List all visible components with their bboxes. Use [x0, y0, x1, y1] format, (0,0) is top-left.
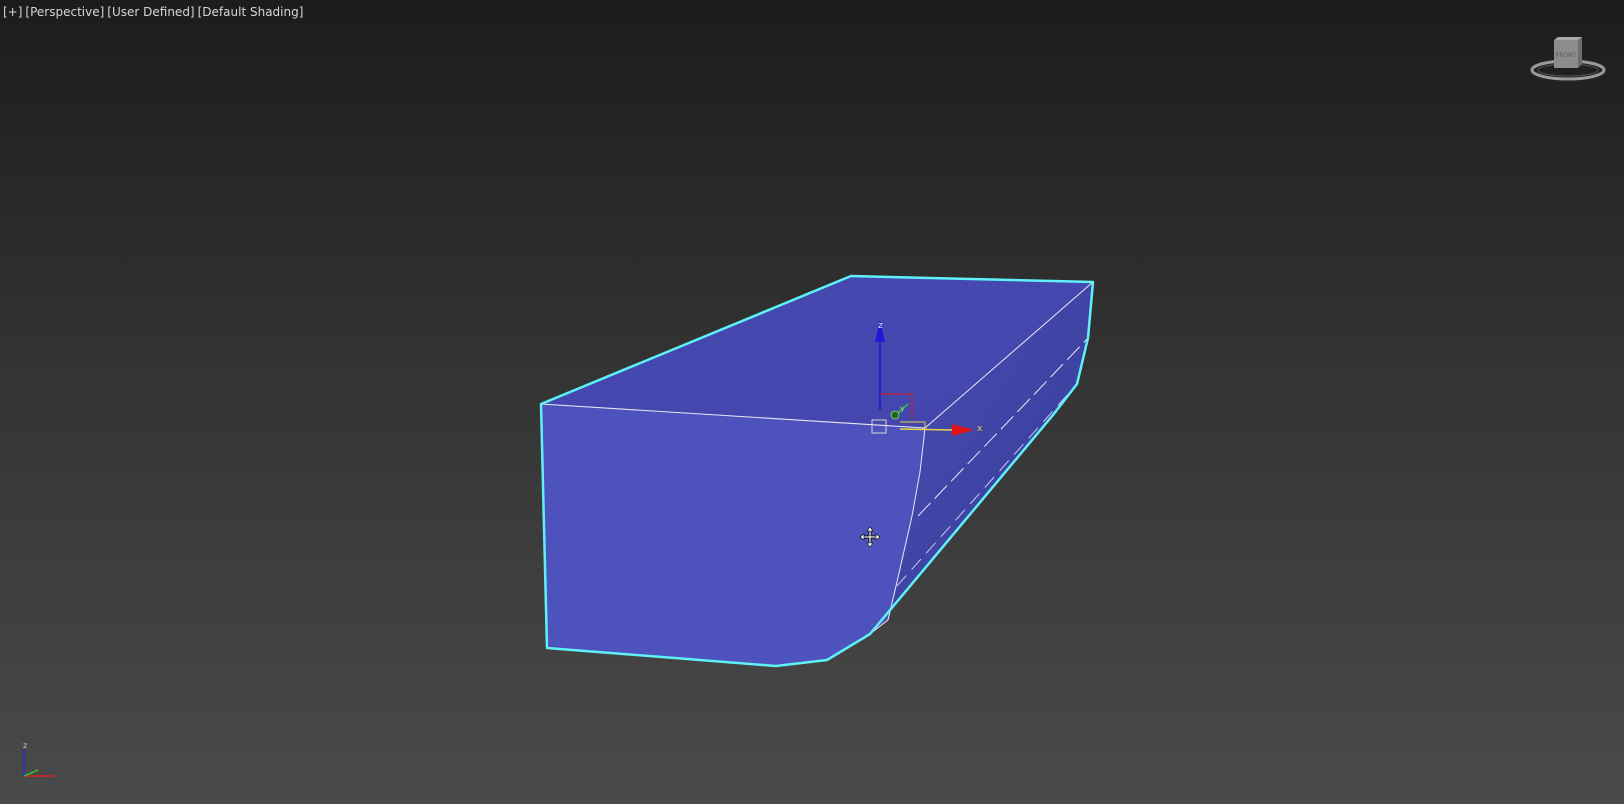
scene-canvas[interactable]: z x y	[0, 0, 1624, 804]
tripod-y-axis	[23, 769, 39, 777]
world-axis-tripod: z	[23, 741, 54, 777]
viewcube[interactable]: FRONT	[1528, 30, 1608, 90]
viewcube-front-label: FRONT	[1556, 52, 1577, 59]
gizmo-y-label: y	[900, 404, 905, 413]
tripod-z-label: z	[23, 741, 27, 750]
perspective-viewport[interactable]: [+] [Perspective] [User Defined] [Defaul…	[0, 0, 1624, 804]
gizmo-z-label: z	[878, 321, 883, 331]
gizmo-x-axis[interactable]	[899, 428, 953, 431]
gizmo-y-handle-icon[interactable]	[890, 410, 900, 420]
mesh-front-face[interactable]	[541, 404, 925, 666]
viewcube-top-face[interactable]	[1554, 37, 1582, 40]
gizmo-x-label: x	[977, 424, 983, 434]
selected-mesh-object[interactable]	[539, 274, 1095, 668]
viewcube-right-face[interactable]	[1578, 37, 1582, 68]
